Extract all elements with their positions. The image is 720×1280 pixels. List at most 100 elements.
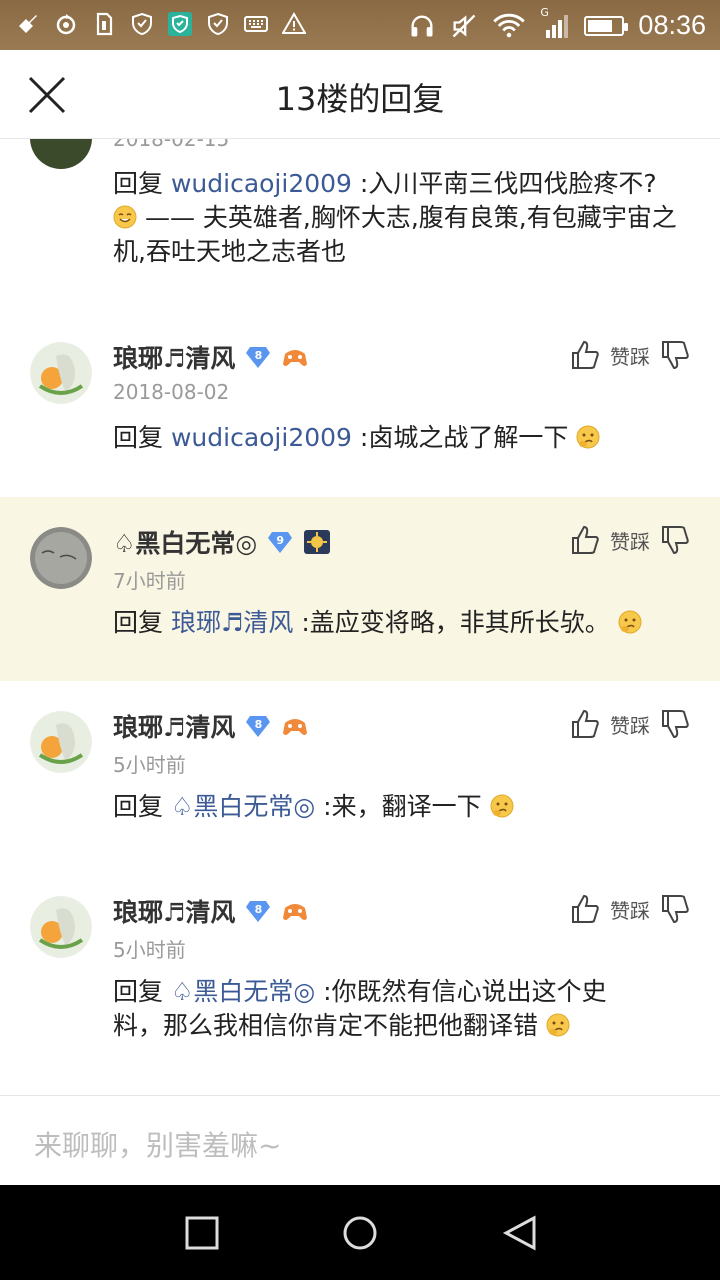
reply-prefix: 回复 <box>113 608 164 637</box>
avatar[interactable] <box>30 342 92 404</box>
mention-link[interactable]: wudicaoji2009 <box>171 169 352 198</box>
thinking-emoji-icon <box>546 1013 570 1037</box>
thumbs-down-icon[interactable] <box>660 524 690 556</box>
thinking-emoji-icon <box>576 425 600 449</box>
username[interactable]: 琅琊♬清风 8 <box>113 893 309 929</box>
system-nav-bar <box>0 1185 720 1280</box>
thinking-emoji-icon <box>490 794 514 818</box>
square-icon <box>185 1216 219 1250</box>
username-text: 琅琊♬清风 <box>113 898 236 927</box>
vote-actions: 赞踩 <box>570 893 690 925</box>
vote-label: 赞踩 <box>610 344 650 369</box>
level-badge: 8 <box>245 899 271 923</box>
comment-time: 5小时前 <box>113 753 186 777</box>
list-item: 琅琊♬清风 8 5小时前 回复 ♤黑白无常◎ :来，翻译一下 赞踩 <box>0 681 720 866</box>
level-badge: 8 <box>245 714 271 738</box>
list-item: 琅琊♬清风 8 2018-08-02 回复 wudicaoji2009 :卤城之… <box>0 317 720 497</box>
mute-icon <box>453 14 476 37</box>
gamepad-badge-icon <box>283 904 308 920</box>
vote-actions: 赞踩 <box>570 524 690 556</box>
list-item: 2018-02-15 回复 wudicaoji2009 :入川平南三伐四伐脸疼不… <box>0 139 720 317</box>
sun-badge-icon <box>304 530 331 554</box>
mention-link[interactable]: ♤黑白无常◎ <box>171 977 315 1006</box>
network-type: G <box>540 5 549 19</box>
username[interactable]: 琅琊♬清风 8 <box>113 339 309 375</box>
comment-text-tail: —— 夫英雄者,胸怀大志,腹有良策,有包藏宇宙之机,吞吐天地之志者也 <box>113 203 677 266</box>
comment-time: 2018-08-02 <box>113 380 230 404</box>
headphones-icon <box>411 15 433 36</box>
list-item-highlighted: ♤黑白无常◎ 9 7小时前 回复 琅琊♬清风 :盖应变将略，非其所长欤。 赞踩 <box>0 497 720 681</box>
status-system-icons: G 08:36 <box>408 6 706 41</box>
comment-content: 回复 wudicaoji2009 :入川平南三伐四伐脸疼不? —— 夫英雄者,胸… <box>113 167 683 269</box>
header-bar: 13楼的回复 <box>0 50 720 139</box>
reply-input-bar[interactable]: 来聊聊，别害羞嘛~ <box>0 1095 720 1186</box>
avatar[interactable] <box>30 527 92 589</box>
comment-text: :入川平南三伐四伐脸疼不? <box>351 169 657 198</box>
home-button[interactable] <box>342 1215 378 1251</box>
comment-content: 回复 琅琊♬清风 :盖应变将略，非其所长欤。 <box>113 606 683 640</box>
avatar[interactable] <box>30 139 92 169</box>
comment-time: 2018-02-15 <box>113 139 230 151</box>
smile-emoji-icon <box>113 205 137 229</box>
comment-text: :来，翻译一下 <box>315 792 482 821</box>
level-badge: 8 <box>245 345 271 369</box>
thumbs-down-icon[interactable] <box>660 339 690 371</box>
username-text: ♤黑白无常◎ <box>113 529 258 558</box>
comment-text: :盖应变将略，非其所长欤。 <box>293 608 610 637</box>
warning-icon <box>282 12 306 36</box>
username-text: 琅琊♬清风 <box>113 713 236 742</box>
thumbs-up-icon[interactable] <box>570 339 600 371</box>
reply-prefix: 回复 <box>113 792 164 821</box>
thumbs-down-icon[interactable] <box>660 893 690 925</box>
gamepad-badge-icon <box>283 719 308 735</box>
signal-icon: G <box>540 6 570 40</box>
comment-content: 回复 ♤黑白无常◎ :你既然有信心说出这个史料，那么我相信你肯定不能把他翻译错 <box>113 975 643 1043</box>
vote-actions: 赞踩 <box>570 708 690 740</box>
comment-text: :卤城之战了解一下 <box>351 423 569 452</box>
level-number: 9 <box>276 534 285 547</box>
comment-time: 7小时前 <box>113 569 186 593</box>
avatar[interactable] <box>30 711 92 773</box>
shield-outline-icon <box>206 12 230 36</box>
thumbs-up-icon[interactable] <box>570 893 600 925</box>
reply-prefix: 回复 <box>113 423 164 452</box>
mention-link[interactable]: 琅琊♬清风 <box>171 608 293 637</box>
vote-label: 赞踩 <box>610 529 650 554</box>
comment-content: 回复 wudicaoji2009 :卤城之战了解一下 <box>113 421 683 455</box>
circle-icon <box>343 1216 377 1250</box>
page-title: 13楼的回复 <box>275 80 445 118</box>
reply-input-placeholder[interactable]: 来聊聊，别害羞嘛~ <box>34 1124 281 1164</box>
comment-content: 回复 ♤黑白无常◎ :来，翻译一下 <box>113 790 683 824</box>
level-number: 8 <box>254 718 263 731</box>
recents-button[interactable] <box>184 1215 220 1251</box>
username-text: 琅琊♬清风 <box>113 344 236 373</box>
thinking-emoji-icon <box>618 610 642 634</box>
back-button[interactable] <box>502 1215 538 1251</box>
reply-list[interactable]: 2018-02-15 回复 wudicaoji2009 :入川平南三伐四伐脸疼不… <box>0 139 720 1095</box>
comment-time: 5小时前 <box>113 938 186 962</box>
shield-check-icon <box>168 12 192 36</box>
vote-label: 赞踩 <box>610 713 650 738</box>
mention-link[interactable]: wudicaoji2009 <box>171 423 352 452</box>
level-number: 8 <box>254 903 263 916</box>
vote-actions: 赞踩 <box>570 339 690 371</box>
settings-tool-icon <box>16 12 40 36</box>
avatar[interactable] <box>30 896 92 958</box>
status-notification-icons <box>16 12 306 36</box>
mention-link[interactable]: ♤黑白无常◎ <box>171 792 315 821</box>
username[interactable]: ♤黑白无常◎ 9 <box>113 524 331 560</box>
vote-label: 赞踩 <box>610 898 650 923</box>
username[interactable]: 琅琊♬清风 8 <box>113 708 309 744</box>
list-item: 琅琊♬清风 8 5小时前 回复 ♤黑白无常◎ :你既然有信心说出这个史料，那么我… <box>0 866 720 1095</box>
reply-prefix: 回复 <box>113 169 164 198</box>
sim-card-icon <box>92 12 116 36</box>
keyboard-icon <box>244 12 268 36</box>
thumbs-up-icon[interactable] <box>570 524 600 556</box>
battery-icon <box>584 15 629 36</box>
thumbs-down-icon[interactable] <box>660 708 690 740</box>
triangle-back-icon <box>502 1215 536 1251</box>
thumbs-up-icon[interactable] <box>570 708 600 740</box>
level-number: 8 <box>254 349 263 362</box>
wifi-icon <box>493 13 526 37</box>
reply-prefix: 回复 <box>113 977 164 1006</box>
